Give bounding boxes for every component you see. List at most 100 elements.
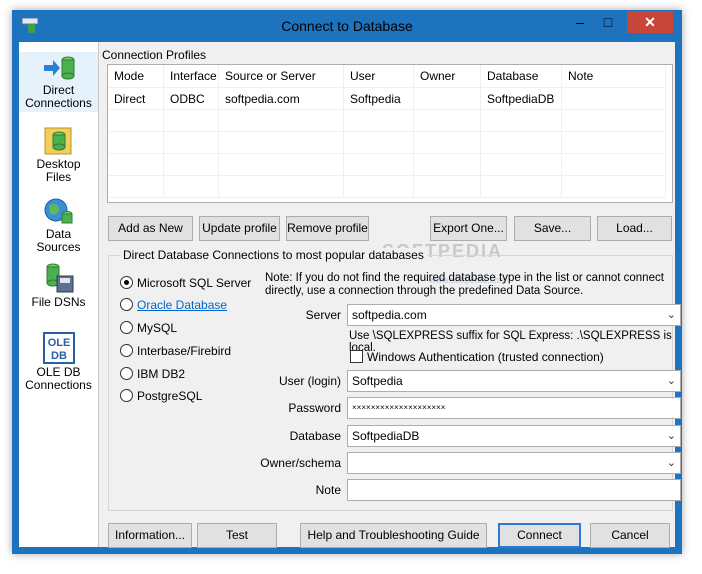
dsn-file-icon — [46, 263, 73, 293]
oracle-link[interactable]: Oracle Database — [137, 298, 227, 312]
table-row[interactable]: Direct ODBC softpedia.com Softpedia Soft… — [108, 87, 666, 110]
database-label: Database — [289, 429, 341, 443]
oledb-badge-top: OLE — [47, 337, 70, 349]
windows-auth-checkbox[interactable]: Windows Authentication (trusted connecti… — [350, 350, 604, 364]
radio-dot — [120, 344, 133, 357]
table-cell — [561, 87, 666, 110]
radio-mysql[interactable]: MySQL — [120, 321, 177, 337]
server-combobox[interactable]: softpedia.com ⌄ — [347, 304, 681, 326]
table-header-row: Mode Interface Source or Server User Own… — [108, 65, 666, 88]
close-button[interactable]: ✕ — [627, 11, 673, 33]
sidebar-item-label: Direct — [42, 83, 75, 97]
title-bar[interactable]: Connect to Database – □ ✕ — [12, 10, 682, 42]
server-label: Server — [305, 308, 341, 322]
test-button[interactable]: Test — [197, 523, 277, 548]
sidebar-item-data-sources[interactable]: Data Sources — [19, 196, 98, 256]
radio-label: PostgreSQL — [137, 389, 203, 403]
direct-connections-group: Direct Database Connections to most popu… — [108, 248, 681, 511]
update-profile-button[interactable]: Update profile — [199, 216, 280, 241]
direct-group-label: Direct Database Connections to most popu… — [120, 248, 427, 262]
owner-label: Owner/schema — [260, 456, 341, 470]
add-as-new-button[interactable]: Add as New — [108, 216, 193, 241]
sidebar-item-label: Desktop — [36, 157, 81, 171]
radio-dot — [120, 321, 133, 334]
password-value: ×××××××××××××××××××× — [352, 403, 446, 412]
column-header[interactable]: Note — [561, 65, 666, 88]
sidebar-item-label: File DSNs — [31, 295, 86, 309]
column-header[interactable]: Interface — [163, 65, 219, 88]
sidebar-item-label: Connections — [25, 378, 92, 392]
radio-mssql[interactable]: Microsoft SQL Server — [120, 276, 251, 292]
note-field[interactable] — [347, 479, 681, 501]
remove-profile-button[interactable]: Remove profile — [286, 216, 369, 241]
profiles-table[interactable]: Mode Interface Source or Server User Own… — [107, 64, 673, 203]
globe-database-icon — [44, 198, 72, 224]
radio-postgresql[interactable]: PostgreSQL — [120, 389, 202, 405]
radio-dot — [120, 298, 133, 311]
export-one-button[interactable]: Export One... — [430, 216, 507, 241]
table-cell: ODBC — [163, 87, 219, 110]
sidebar-item-label: Data — [45, 227, 72, 241]
sidebar-item-label: Connections — [25, 96, 92, 110]
password-field[interactable]: ×××××××××××××××××××× — [347, 397, 681, 419]
column-header[interactable]: User — [343, 65, 414, 88]
password-label: Password — [288, 401, 341, 415]
maximize-button[interactable]: □ — [594, 11, 622, 33]
table-row — [108, 153, 666, 176]
radio-label: IBM DB2 — [137, 367, 186, 381]
cancel-button[interactable]: Cancel — [590, 523, 670, 548]
user-combobox[interactable]: Softpedia ⌄ — [347, 370, 681, 392]
connect-button[interactable]: Connect — [498, 523, 581, 548]
column-header[interactable]: Mode — [108, 65, 164, 88]
note-label: Note — [315, 483, 341, 497]
radio-ibm-db2[interactable]: IBM DB2 — [120, 367, 185, 383]
sidebar-item-label: OLE DB — [36, 365, 81, 379]
radio-oracle[interactable]: Oracle Database — [120, 298, 227, 314]
save-button[interactable]: Save... — [514, 216, 591, 241]
radio-dot — [120, 276, 133, 289]
arrow-database-icon — [43, 56, 74, 80]
sidebar-item-oledb-connections[interactable]: OLE DB OLE DB Connections — [19, 332, 98, 392]
database-file-icon — [44, 127, 71, 155]
column-header[interactable]: Source or Server — [218, 65, 344, 88]
server-value: softpedia.com — [352, 308, 427, 322]
table-cell — [413, 87, 481, 110]
checkbox-box — [350, 350, 363, 363]
connection-note: Note: If you do not find the required da… — [265, 272, 664, 298]
sidebar: Direct Connections Desktop Files Data So… — [19, 42, 99, 547]
windows-auth-label: Windows Authentication (trusted connecti… — [367, 350, 604, 364]
connect-dialog: Connect to Database – □ ✕ Direct Connect… — [12, 10, 682, 554]
chevron-down-icon[interactable]: ⌄ — [667, 453, 676, 473]
chevron-down-icon[interactable]: ⌄ — [667, 305, 676, 325]
column-header[interactable]: Database — [480, 65, 562, 88]
information-button[interactable]: Information... — [108, 523, 192, 548]
database-combobox[interactable]: SoftpediaDB ⌄ — [347, 425, 681, 447]
user-label: User (login) — [278, 374, 341, 388]
table-cell: softpedia.com — [218, 87, 344, 110]
sidebar-item-desktop-files[interactable]: Desktop Files — [19, 126, 98, 186]
load-button[interactable]: Load... — [597, 216, 672, 241]
sidebar-item-file-dsns[interactable]: File DSNs — [19, 262, 98, 312]
dialog-body: Direct Connections Desktop Files Data So… — [19, 42, 681, 548]
database-value: SoftpediaDB — [352, 429, 420, 443]
oledb-badge-bottom: DB — [51, 350, 67, 362]
table-cell: SoftpediaDB — [480, 87, 562, 110]
sidebar-item-label: Sources — [36, 240, 81, 254]
table-cell: Softpedia — [343, 87, 414, 110]
radio-interbase[interactable]: Interbase/Firebird — [120, 344, 231, 360]
column-header[interactable]: Owner — [413, 65, 481, 88]
chevron-down-icon[interactable]: ⌄ — [667, 426, 676, 446]
sidebar-item-direct-connections[interactable]: Direct Connections — [19, 52, 98, 112]
chevron-down-icon[interactable]: ⌄ — [667, 371, 676, 391]
radio-label: Microsoft SQL Server — [137, 276, 252, 290]
owner-combobox[interactable]: ⌄ — [347, 452, 681, 474]
help-troubleshooting-button[interactable]: Help and Troubleshooting Guide — [300, 523, 487, 548]
radio-label: Interbase/Firebird — [137, 344, 232, 358]
table-row — [108, 109, 666, 132]
radio-label: MySQL — [137, 321, 178, 335]
table-cell: Direct — [108, 87, 164, 110]
user-value: Softpedia — [352, 374, 403, 388]
table-row — [108, 175, 666, 198]
note-line-1: Note: If you do not find the required da… — [265, 272, 664, 284]
minimize-button[interactable]: – — [566, 11, 594, 33]
